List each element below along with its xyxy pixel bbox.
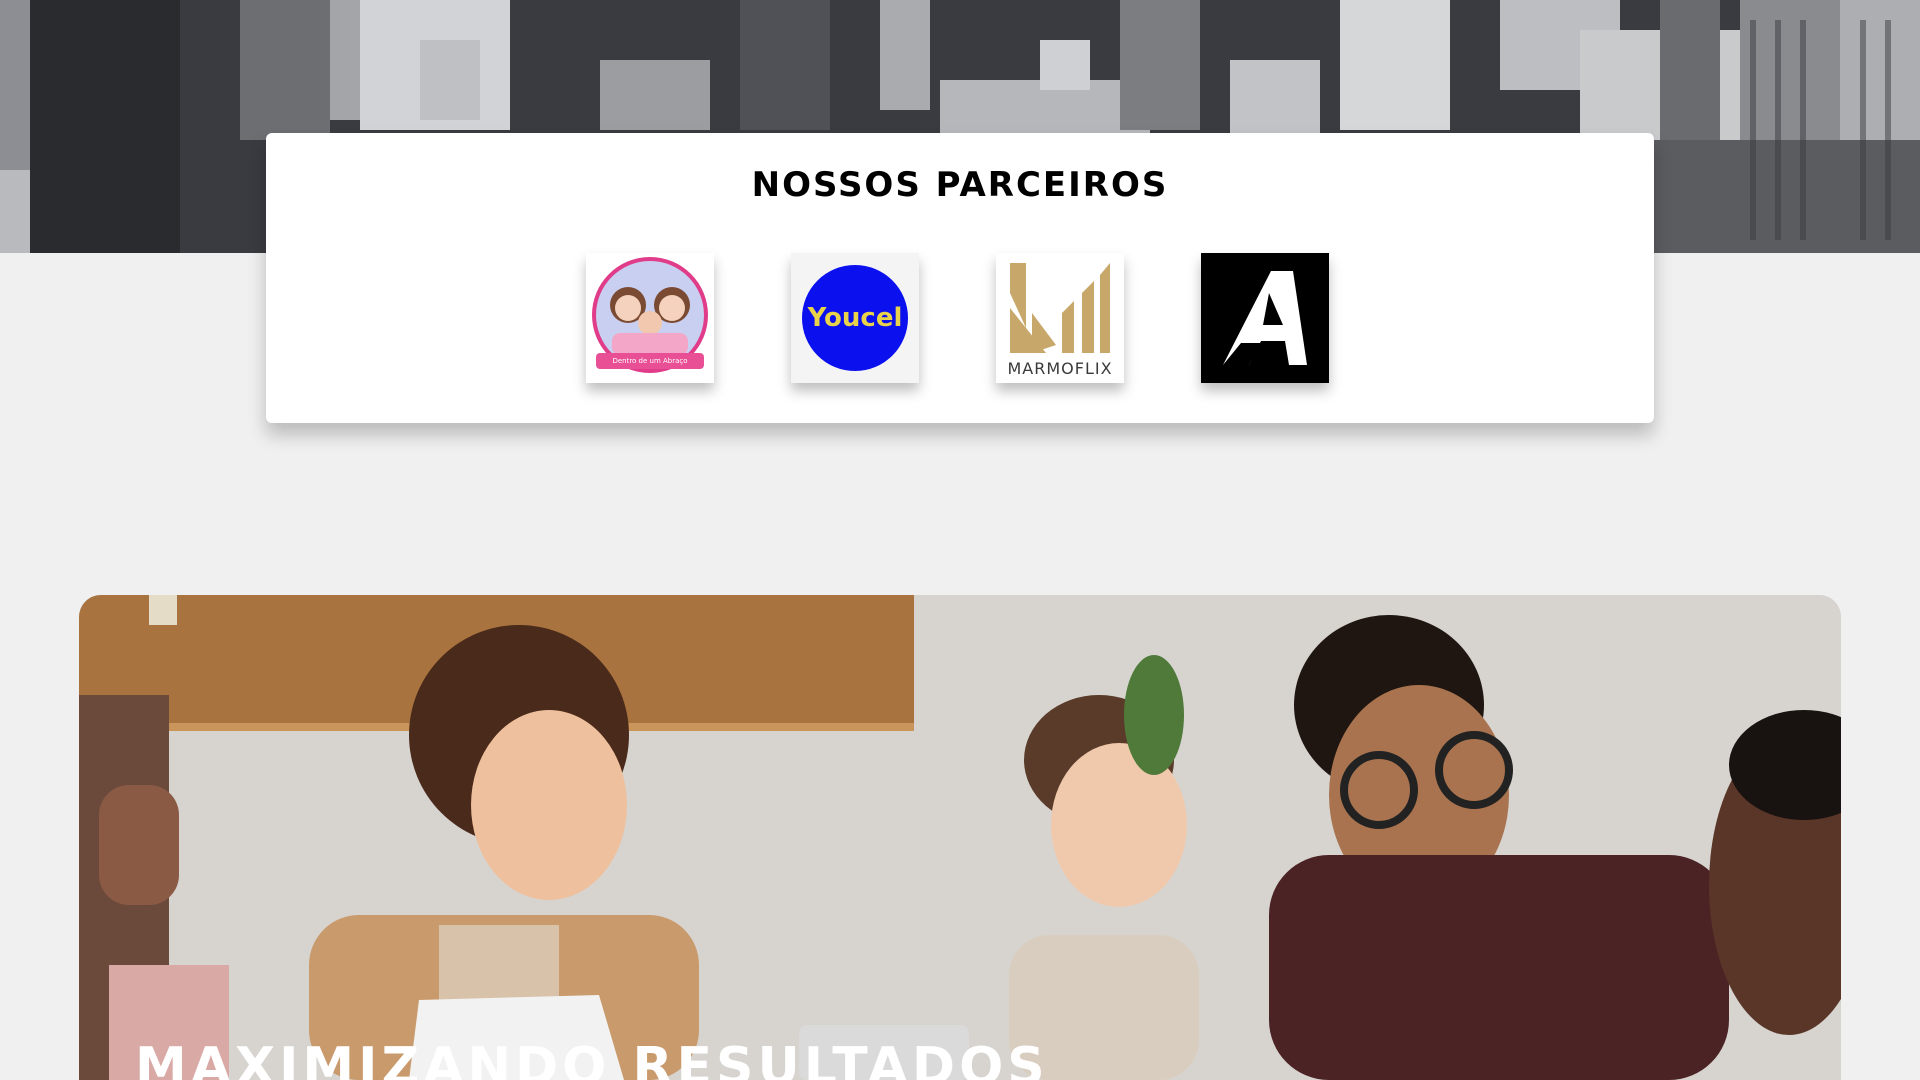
team-meeting-photo <box>79 595 1841 1080</box>
hero-image-panel: MAXIMIZANDO RESULTADOS <box>79 595 1841 1080</box>
partner-logo-youcel[interactable]: Youcel <box>791 253 919 383</box>
partner-logo-caption: A <box>1201 253 1329 254</box>
partner-logo-caption: MARMOFLIX <box>1007 359 1113 378</box>
partners-card: NOSSOS PARCEIROS Dentro de um Abraço You… <box>266 133 1654 423</box>
partners-title: NOSSOS PARCEIROS <box>751 165 1169 205</box>
partner-logo-dentro-de-um-abraco[interactable]: Dentro de um Abraço <box>586 253 714 383</box>
partner-logo-caption: Youcel <box>807 303 903 333</box>
partner-logo-caption: Dentro de um Abraço <box>612 357 688 365</box>
partner-logo-marmoflix[interactable]: MARMOFLIX <box>996 253 1124 383</box>
partner-logo-a[interactable]: A <box>1201 253 1329 383</box>
a-letter-icon <box>1201 253 1329 383</box>
hero-title: MAXIMIZANDO RESULTADOS <box>135 1037 1049 1080</box>
